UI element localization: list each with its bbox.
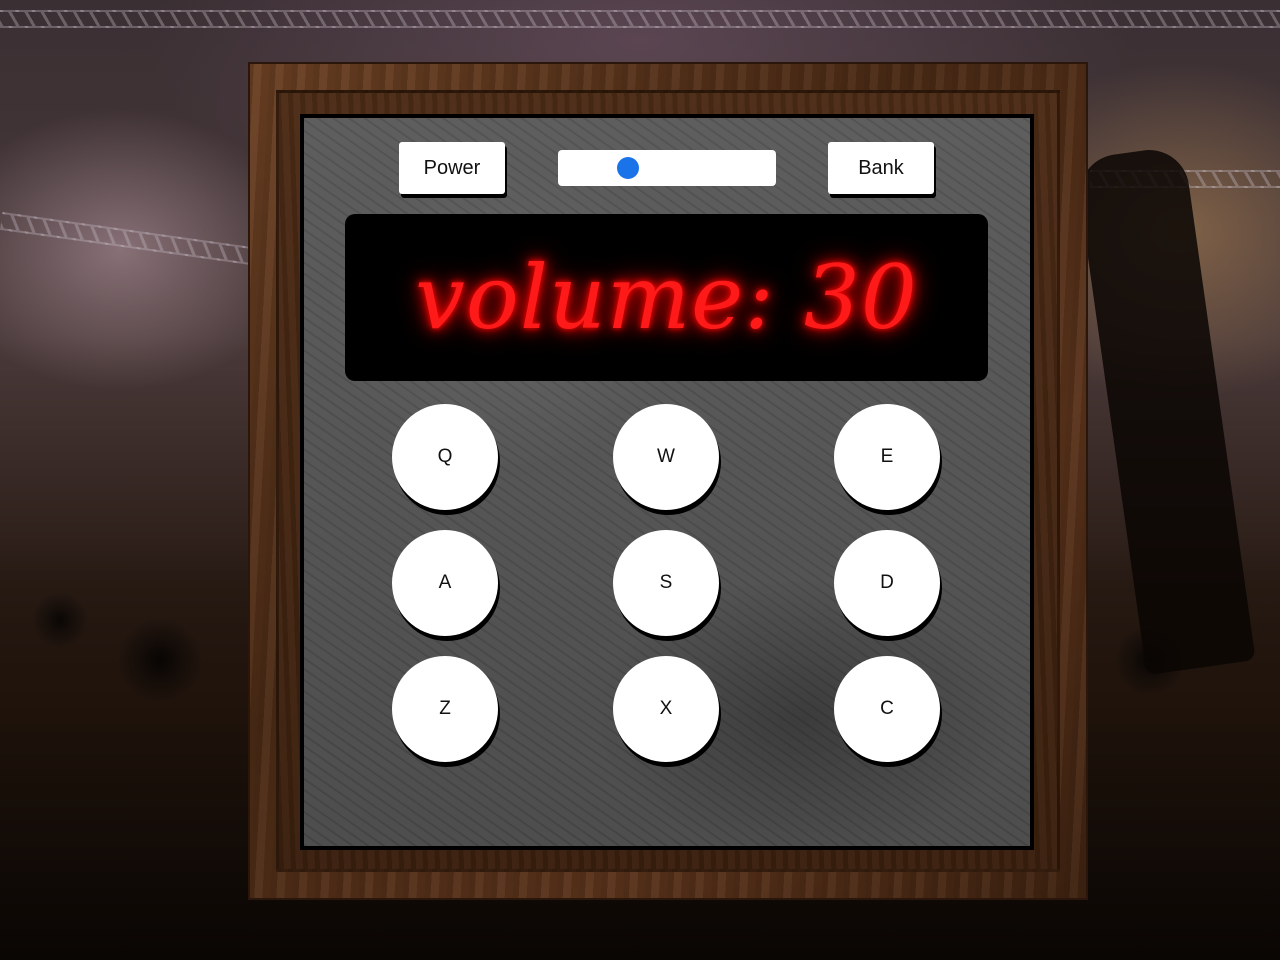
bank-button[interactable]: Bank	[828, 142, 934, 194]
drum-pad-e[interactable]: E	[834, 404, 940, 510]
drum-pad-d[interactable]: D	[834, 530, 940, 636]
drum-pad-w[interactable]: W	[613, 404, 719, 510]
drum-machine-frame: Power Bank volume: 30 Q W E A S D Z X C	[248, 62, 1088, 900]
display-text: volume: 30	[415, 246, 918, 349]
volume-slider-thumb[interactable]	[617, 157, 639, 179]
stage-truss-left	[0, 211, 260, 267]
drum-pad-q[interactable]: Q	[392, 404, 498, 510]
display-screen: volume: 30	[345, 214, 988, 381]
drum-pad-x[interactable]: X	[613, 656, 719, 762]
drum-pad-z[interactable]: Z	[392, 656, 498, 762]
drum-machine-panel: Power Bank volume: 30 Q W E A S D Z X C	[300, 114, 1034, 850]
drum-pad-c[interactable]: C	[834, 656, 940, 762]
drum-pad-s[interactable]: S	[613, 530, 719, 636]
volume-slider[interactable]	[558, 150, 776, 186]
power-button[interactable]: Power	[399, 142, 505, 194]
stage-truss	[0, 10, 1280, 28]
drum-pad-a[interactable]: A	[392, 530, 498, 636]
